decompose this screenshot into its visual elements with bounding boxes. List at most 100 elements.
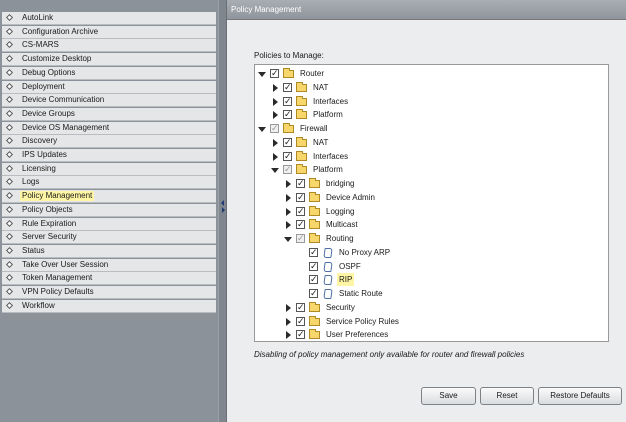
- tree-checkbox[interactable]: ✓: [309, 261, 318, 271]
- tree-checkbox[interactable]: ✓: [296, 316, 305, 326]
- collapsed-arrow-icon[interactable]: [286, 303, 291, 312]
- tree-node-label: RIP: [337, 273, 355, 287]
- sidebar-item-policy-objects[interactable]: Policy Objects: [2, 203, 216, 217]
- tree-checkbox[interactable]: ✓: [296, 192, 305, 202]
- diamond-bullet-icon: [5, 164, 14, 172]
- expanded-arrow-icon[interactable]: [271, 168, 279, 174]
- sidebar-item-device-groups[interactable]: Device Groups: [2, 107, 216, 121]
- sidebar-item-label: Discovery: [22, 136, 58, 146]
- diamond-bullet-icon: [5, 192, 14, 200]
- sidebar-item-label: VPN Policy Defaults: [22, 287, 94, 296]
- folder-icon: [296, 109, 307, 120]
- sidebar-item-discovery[interactable]: Discovery: [2, 135, 216, 149]
- tree-checkbox[interactable]: ✓: [283, 151, 292, 161]
- sidebar-item-label: Device Groups: [22, 108, 75, 118]
- sidebar-item-label: Workflow: [22, 300, 55, 310]
- tree-node-label: Firewall: [300, 124, 328, 133]
- tree-checkbox[interactable]: ✓: [283, 165, 292, 175]
- collapsed-arrow-icon[interactable]: [273, 97, 278, 106]
- sidebar-item-autolink[interactable]: AutoLink: [2, 12, 216, 25]
- tree-checkbox[interactable]: ✓: [283, 96, 292, 106]
- folder-icon: [296, 136, 307, 147]
- tree-checkbox[interactable]: ✓: [270, 69, 279, 78]
- folder-icon: [283, 123, 294, 133]
- sidebar-item-policy-management[interactable]: Policy Management: [2, 190, 216, 204]
- expanded-arrow-icon[interactable]: [258, 127, 266, 132]
- tree-checkbox[interactable]: ✓: [296, 234, 305, 243]
- sidebar-item-server-security[interactable]: Server Security: [2, 231, 216, 245]
- sidebar-item-device-os-management[interactable]: Device OS Management: [2, 121, 216, 135]
- main-panel: Policy Management Policies to Manage: ✓ R…: [227, 0, 626, 422]
- folder-icon: [296, 95, 307, 106]
- sidebar-item-cs-mars[interactable]: CS-MARS: [2, 39, 216, 53]
- tree-checkbox[interactable]: ✓: [296, 206, 305, 216]
- sidebar-item-rule-expiration[interactable]: Rule Expiration: [2, 217, 216, 231]
- collapse-left-icon[interactable]: [221, 200, 224, 206]
- collapsed-arrow-icon[interactable]: [286, 331, 291, 340]
- diamond-bullet-icon: [5, 260, 14, 268]
- collapsed-arrow-icon[interactable]: [273, 83, 278, 92]
- collapsed-arrow-icon[interactable]: [286, 180, 291, 188]
- sidebar-item-logs[interactable]: Logs: [2, 176, 216, 190]
- diamond-bullet-icon: [5, 96, 14, 104]
- expand-right-icon[interactable]: [222, 207, 225, 213]
- tree-checkbox[interactable]: ✓: [270, 124, 279, 133]
- sidebar-item-take-over-user-session[interactable]: Take Over User Session: [2, 258, 216, 272]
- sidebar-item-licensing[interactable]: Licensing: [2, 162, 216, 176]
- sidebar-item-label: Rule Expiration: [22, 218, 77, 228]
- save-button[interactable]: Save: [421, 387, 476, 405]
- collapsed-arrow-icon[interactable]: [286, 207, 291, 216]
- tree-checkbox[interactable]: ✓: [283, 137, 292, 147]
- tree-node-label: No Proxy ARP: [339, 247, 391, 257]
- sidebar-item-device-communication[interactable]: Device Communication: [2, 94, 216, 108]
- expanded-arrow-icon[interactable]: [284, 237, 292, 242]
- sidebar-item-configuration-archive[interactable]: Configuration Archive: [2, 25, 216, 39]
- tree-node-label: Routing: [326, 234, 354, 243]
- tree-checkbox[interactable]: ✓: [309, 247, 318, 257]
- collapsed-arrow-icon[interactable]: [273, 138, 278, 147]
- sidebar-item-label: Server Security: [22, 232, 77, 242]
- sidebar-item-workflow[interactable]: Workflow: [2, 299, 216, 313]
- collapsed-arrow-icon[interactable]: [286, 221, 291, 230]
- diamond-bullet-icon: [5, 55, 14, 63]
- tree-checkbox[interactable]: ✓: [283, 82, 292, 92]
- tree-checkbox[interactable]: ✓: [296, 330, 305, 340]
- sidebar-item-ips-updates[interactable]: IPS Updates: [2, 149, 216, 162]
- sidebar-item-label: Configuration Archive: [22, 26, 99, 36]
- sidebar-item-label: Logs: [22, 177, 40, 187]
- collapsed-arrow-icon[interactable]: [286, 317, 291, 326]
- collapsed-arrow-icon[interactable]: [273, 152, 278, 161]
- diamond-bullet-icon: [5, 82, 14, 90]
- sidebar-item-label: Policy Objects: [22, 204, 73, 214]
- tree-checkbox[interactable]: ✓: [296, 220, 305, 230]
- tree-checkbox[interactable]: ✓: [309, 275, 318, 285]
- sidebar-item-status[interactable]: Status: [2, 244, 216, 258]
- sidebar-item-customize-desktop[interactable]: Customize Desktop: [2, 53, 216, 67]
- policy-document-icon: [323, 247, 333, 258]
- tree-checkbox[interactable]: ✓: [309, 289, 318, 298]
- collapsed-arrow-icon[interactable]: [286, 193, 291, 202]
- collapsed-arrow-icon[interactable]: [273, 111, 278, 120]
- tree-node-label: Interfaces: [313, 96, 349, 106]
- tree-node-label: NAT: [313, 82, 329, 92]
- tree-checkbox[interactable]: ✓: [296, 302, 305, 312]
- expanded-arrow-icon[interactable]: [258, 72, 266, 77]
- folder-icon: [309, 178, 320, 188]
- sidebar-item-debug-options[interactable]: Debug Options: [2, 66, 216, 80]
- sidebar-item-label: Policy Management: [20, 191, 95, 202]
- folder-icon: [309, 191, 320, 202]
- folder-icon: [309, 233, 320, 243]
- tree-checkbox[interactable]: ✓: [283, 110, 292, 120]
- reset-button[interactable]: Reset: [480, 387, 534, 405]
- sidebar-item-label: CS-MARS: [22, 40, 59, 50]
- sidebar-item-vpn-policy-defaults[interactable]: VPN Policy Defaults: [2, 286, 216, 299]
- sidebar-item-deployment[interactable]: Deployment: [2, 80, 216, 94]
- restore-defaults-button[interactable]: Restore Defaults: [538, 387, 622, 405]
- diamond-bullet-icon: [5, 178, 14, 186]
- sidebar-item-token-management[interactable]: Token Management: [2, 272, 216, 286]
- panel-splitter[interactable]: [218, 0, 227, 422]
- tree-checkbox[interactable]: ✓: [296, 179, 305, 188]
- policies-label: Policies to Manage:: [254, 51, 324, 60]
- panel-header: Policy Management: [227, 0, 626, 20]
- sidebar-item-label: Device OS Management: [22, 122, 110, 132]
